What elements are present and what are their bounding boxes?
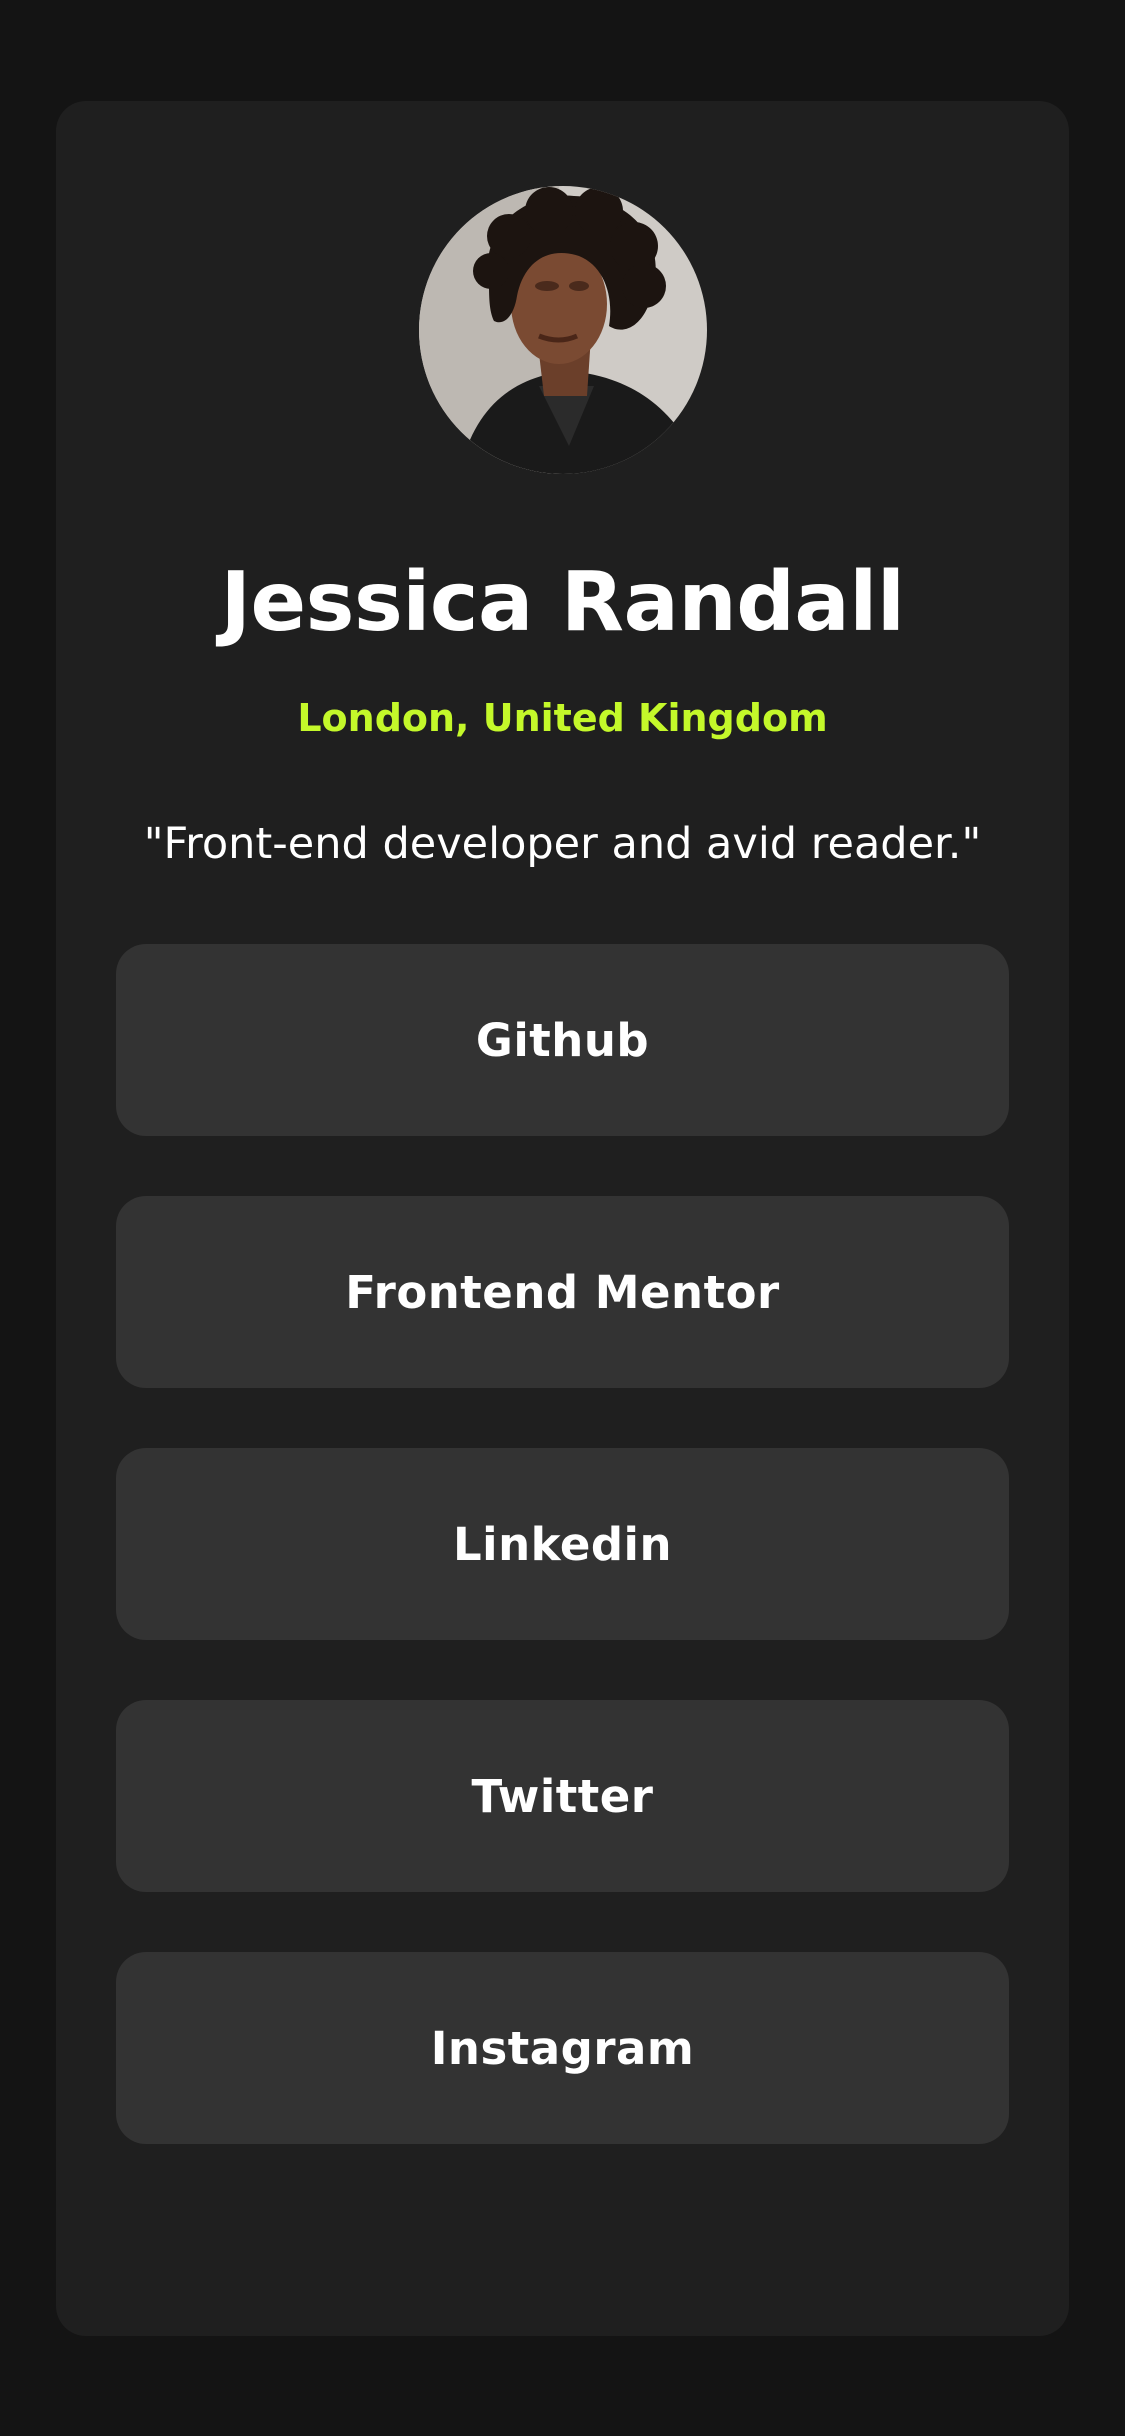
profile-location: London, United Kingdom bbox=[297, 696, 828, 740]
instagram-link-button[interactable]: Instagram bbox=[116, 1952, 1009, 2144]
profile-name: Jessica Randall bbox=[220, 555, 905, 650]
github-link-button[interactable]: Github bbox=[116, 944, 1009, 1136]
profile-bio: "Front-end developer and avid reader." bbox=[143, 819, 982, 869]
frontend-mentor-link-button[interactable]: Frontend Mentor bbox=[116, 1196, 1009, 1388]
profile-card: Jessica Randall London, United Kingdom "… bbox=[56, 101, 1069, 2336]
linkedin-link-button[interactable]: Linkedin bbox=[116, 1448, 1009, 1640]
avatar bbox=[419, 186, 707, 474]
social-links: Github Frontend Mentor Linkedin Twitter … bbox=[116, 944, 1009, 2204]
twitter-link-button[interactable]: Twitter bbox=[116, 1700, 1009, 1892]
